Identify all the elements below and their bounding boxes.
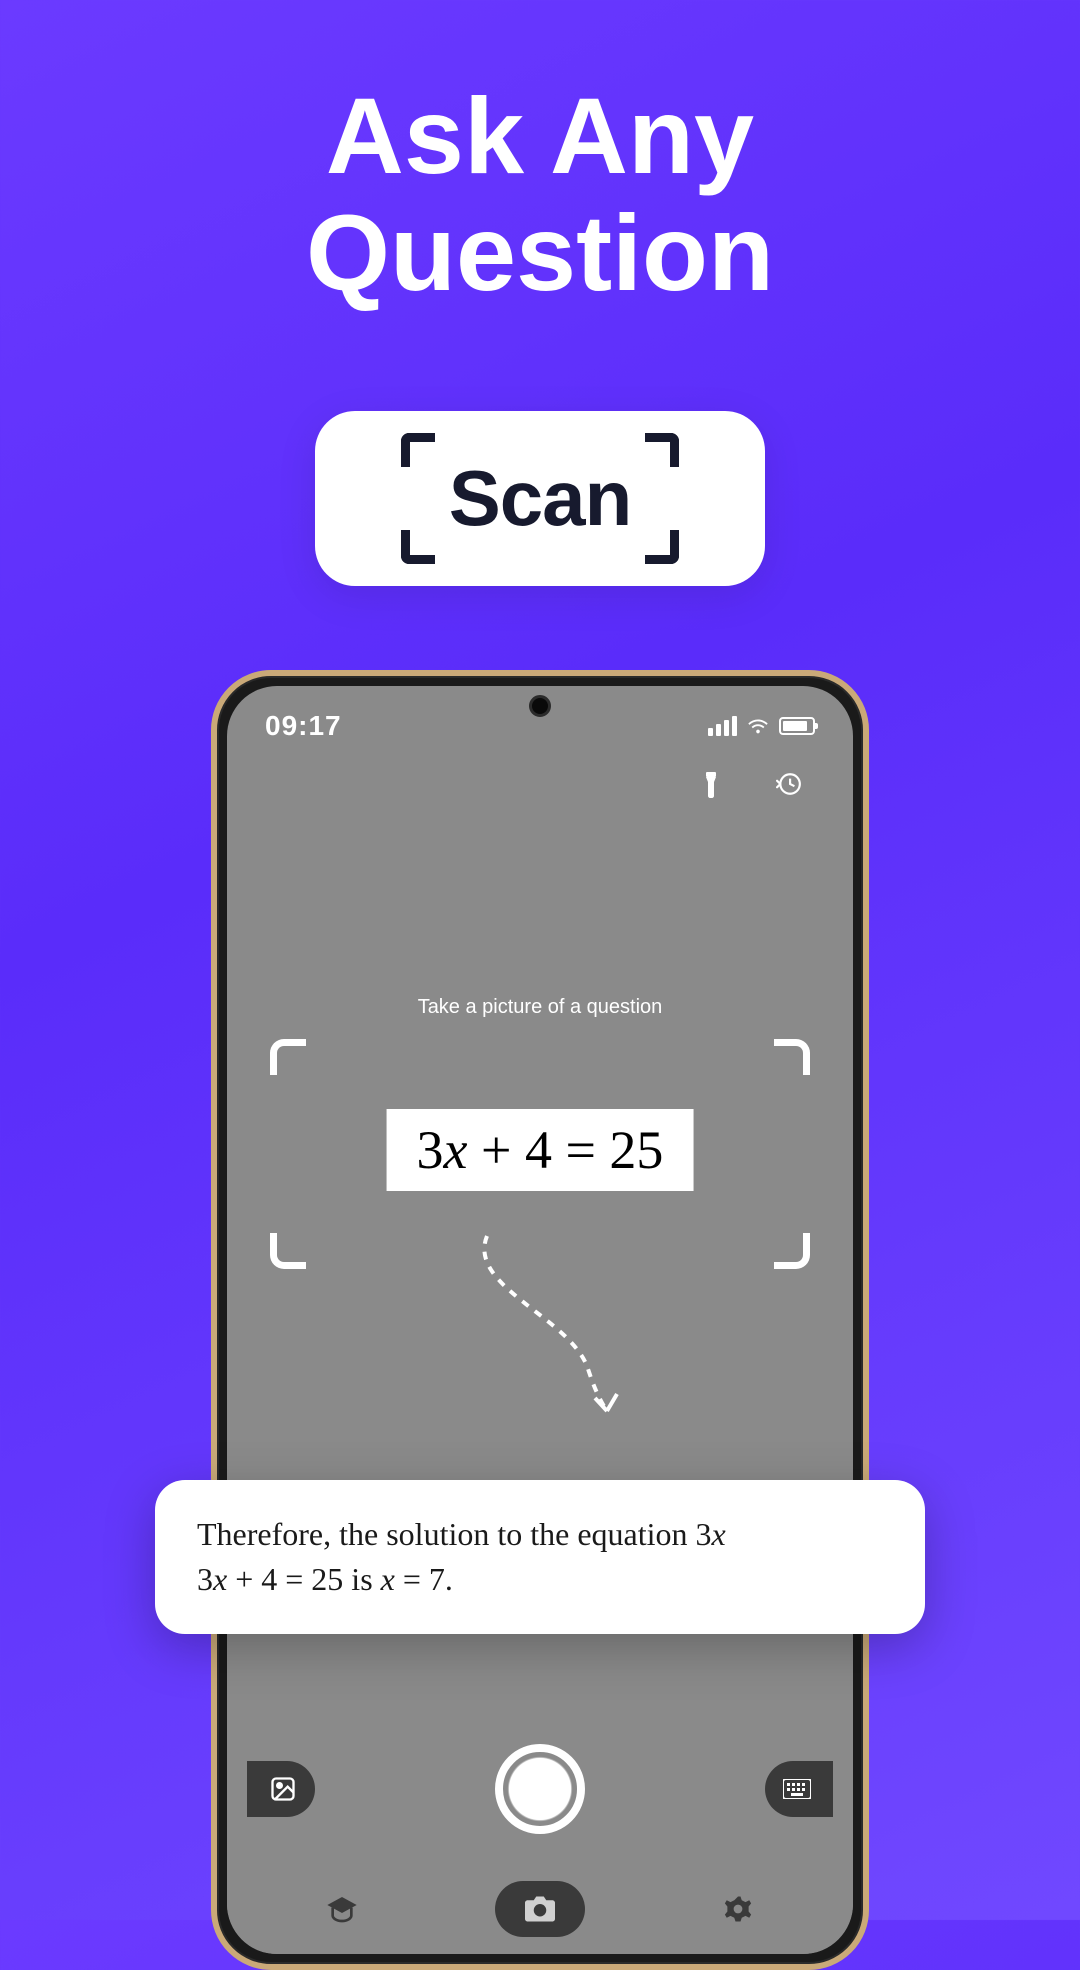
phone-mockup: 09:17 — [211, 670, 869, 1970]
bracket-tl-icon — [401, 433, 435, 467]
scan-badge-label: Scan — [449, 453, 631, 544]
phone-screen: 09:17 — [227, 686, 853, 1954]
bottom-nav — [227, 1864, 853, 1954]
gallery-button[interactable] — [247, 1761, 315, 1817]
frame-bl-icon — [270, 1233, 306, 1269]
marketing-headline: Ask Any Question — [0, 0, 1080, 311]
answer-card: Therefore, the solution to the equation … — [155, 1480, 925, 1634]
keyboard-icon — [783, 1779, 811, 1799]
frame-tl-icon — [270, 1039, 306, 1075]
education-icon — [326, 1893, 358, 1925]
headline-line2: Question — [0, 195, 1080, 312]
history-icon — [776, 771, 802, 797]
frame-tr-icon — [774, 1039, 810, 1075]
nav-education[interactable] — [324, 1891, 360, 1927]
scan-hint: Take a picture of a question — [270, 996, 810, 1019]
flashlight-button[interactable] — [697, 770, 725, 798]
phone-camera-icon — [529, 695, 551, 717]
battery-icon — [779, 717, 815, 735]
wifi-icon — [747, 715, 769, 737]
answer-eq-lead: 3x — [696, 1516, 726, 1552]
answer-mid: is — [343, 1561, 380, 1597]
signal-icon — [708, 716, 737, 736]
answer-suffix: . — [445, 1561, 453, 1597]
history-button[interactable] — [775, 770, 803, 798]
status-time: 09:17 — [265, 710, 342, 742]
nav-camera[interactable] — [495, 1881, 585, 1937]
camera-controls — [227, 1744, 853, 1834]
scan-badge: Scan — [315, 411, 765, 586]
answer-prefix: Therefore, the solution to the equation — [197, 1516, 696, 1552]
headline-line1: Ask Any — [0, 78, 1080, 195]
bracket-tr-icon — [645, 433, 679, 467]
answer-eq2: x = 7 — [381, 1561, 445, 1597]
arrow-icon — [457, 1226, 637, 1426]
top-actions — [227, 752, 853, 798]
frame-br-icon — [774, 1233, 810, 1269]
answer-eq1: 3x + 4 = 25 — [197, 1561, 343, 1597]
status-indicators — [708, 715, 815, 737]
nav-settings[interactable] — [720, 1891, 756, 1927]
bracket-br-icon — [645, 530, 679, 564]
shutter-button[interactable] — [495, 1744, 585, 1834]
camera-icon — [525, 1896, 555, 1922]
flashlight-icon — [699, 770, 723, 798]
gallery-icon — [269, 1775, 297, 1803]
scanned-equation: 3x + 4 = 25 — [387, 1109, 694, 1191]
keyboard-button[interactable] — [765, 1761, 833, 1817]
bracket-bl-icon — [401, 530, 435, 564]
